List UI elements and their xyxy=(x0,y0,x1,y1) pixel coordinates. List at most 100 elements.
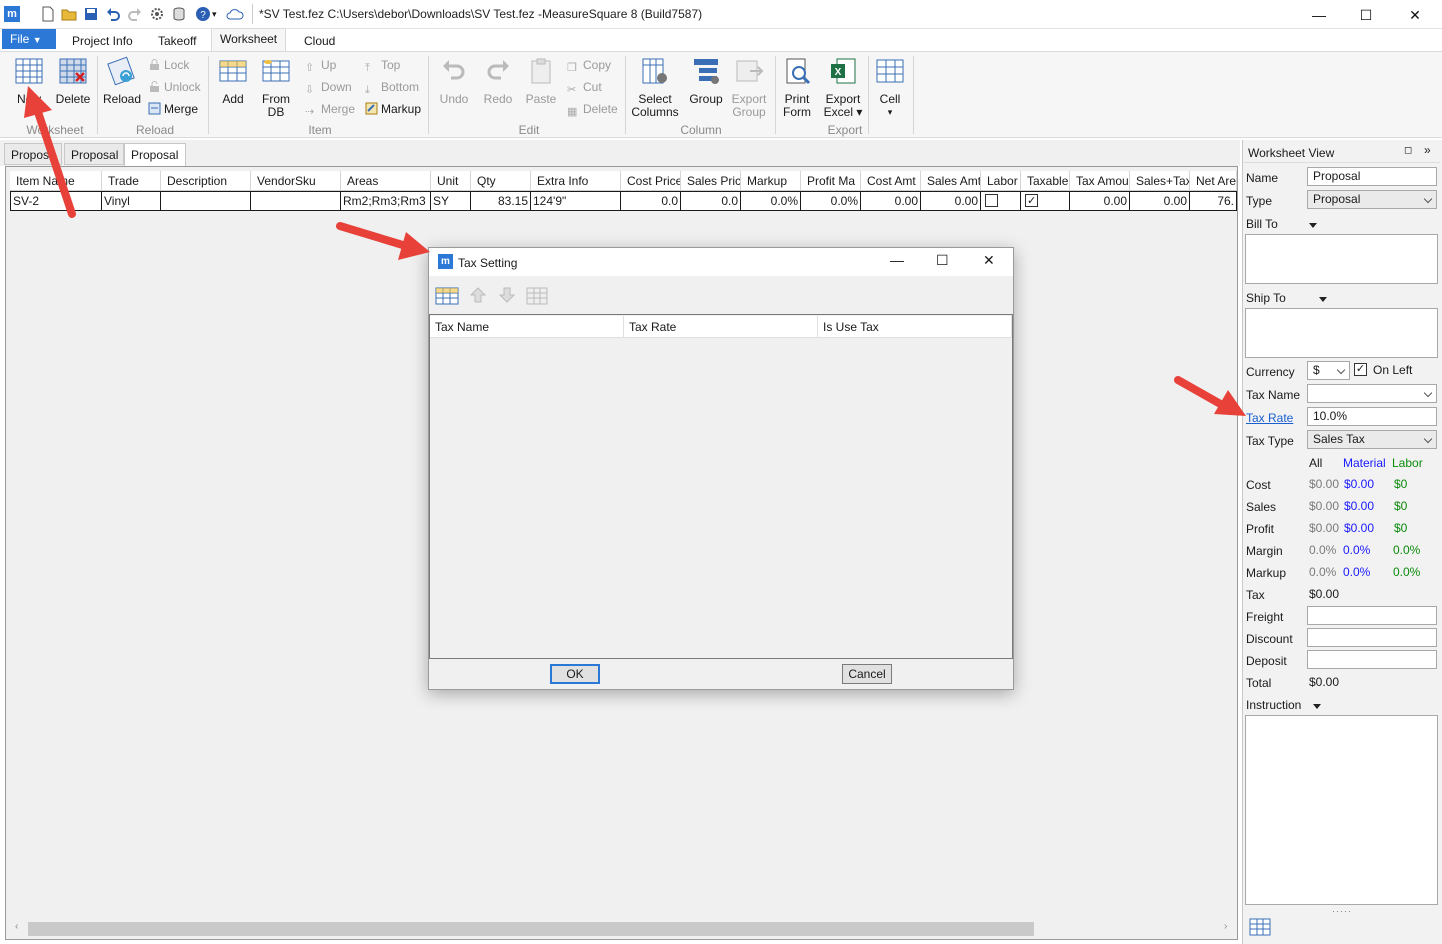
tax-rate-link[interactable]: Tax Rate xyxy=(1246,411,1293,425)
dialog-close-button[interactable]: ✕ xyxy=(983,252,995,269)
minimize-button[interactable]: — xyxy=(1296,4,1342,26)
database-icon[interactable] xyxy=(171,6,187,22)
redo-icon[interactable] xyxy=(127,6,143,22)
cell-description[interactable] xyxy=(161,191,251,211)
col-net-area[interactable]: Net Are xyxy=(1190,171,1237,190)
deposit-field[interactable] xyxy=(1307,650,1437,669)
unlock-button[interactable]: Unlock xyxy=(148,78,201,96)
from-db-button[interactable]: From DB xyxy=(257,56,295,119)
col-trade[interactable]: Trade xyxy=(102,171,161,190)
undo-icon[interactable] xyxy=(105,6,121,22)
lock-button[interactable]: Lock xyxy=(148,56,189,74)
paste-button[interactable]: Paste xyxy=(523,56,559,106)
instruction-textarea[interactable] xyxy=(1245,715,1438,905)
cloud-icon[interactable] xyxy=(225,6,245,22)
ship-to-label[interactable]: Ship To xyxy=(1246,291,1328,305)
col-is-use-tax[interactable]: Is Use Tax xyxy=(818,316,1012,338)
cell-trade[interactable]: Vinyl xyxy=(102,191,161,211)
col-sales-amt[interactable]: Sales Amt xyxy=(921,171,981,190)
col-cost-price[interactable]: Cost Price xyxy=(621,171,681,190)
on-left-checkbox[interactable]: ✓ xyxy=(1354,363,1367,376)
tab-takeoff[interactable]: Takeoff xyxy=(150,31,204,51)
move-down-icon[interactable] xyxy=(498,286,516,304)
col-description[interactable]: Description xyxy=(161,171,251,190)
redo-ribbon-button[interactable]: Redo xyxy=(480,56,516,106)
col-sales-price[interactable]: Sales Pric xyxy=(681,171,741,190)
tab-file[interactable]: File ▼ xyxy=(2,29,56,49)
copy-button[interactable]: ❐ Copy xyxy=(567,56,611,74)
export-excel-button[interactable]: X Export Excel ▾ xyxy=(822,56,864,119)
new-file-icon[interactable] xyxy=(40,6,56,22)
cell-extra-info[interactable]: 124'9" xyxy=(531,191,621,211)
tab-worksheet[interactable]: Worksheet xyxy=(211,28,287,51)
up-button[interactable]: ⇧ Up xyxy=(305,56,336,74)
reload-button[interactable]: Reload xyxy=(102,56,142,106)
col-tax-name[interactable]: Tax Name xyxy=(430,316,624,338)
cell-button[interactable]: Cell ▾ xyxy=(873,56,907,119)
worksheet-view-tab-icon[interactable] xyxy=(1249,917,1271,937)
maximize-button[interactable]: ☐ xyxy=(1343,4,1389,26)
col-taxable[interactable]: Taxable xyxy=(1021,171,1070,190)
cell-cost-price[interactable]: 0.0 xyxy=(621,191,681,211)
bill-to-textarea[interactable] xyxy=(1245,234,1438,284)
instruction-label[interactable]: Instruction xyxy=(1246,698,1321,712)
table-row[interactable]: SV-2 Vinyl Rm2;Rm3;Rm3 SY 83.15 124'9" 0… xyxy=(10,191,1237,211)
top-button[interactable]: ⤒ Top xyxy=(365,56,400,74)
col-extra-info[interactable]: Extra Info xyxy=(531,171,621,190)
tax-name-select[interactable] xyxy=(1307,384,1437,403)
cut-button[interactable]: ✂ Cut xyxy=(567,78,602,96)
cell-sales-amt[interactable]: 0.00 xyxy=(921,191,981,211)
col-profit-margin[interactable]: Profit Ma xyxy=(801,171,861,190)
col-cost-amt[interactable]: Cost Amt xyxy=(861,171,921,190)
export-group-button[interactable]: Export Group xyxy=(729,56,769,119)
close-button[interactable]: ✕ xyxy=(1392,4,1438,26)
col-tax-rate[interactable]: Tax Rate xyxy=(624,316,818,338)
select-columns-button[interactable]: Select Columns xyxy=(630,56,680,119)
name-field[interactable]: Proposal xyxy=(1307,167,1437,186)
delete-edit-button[interactable]: ▦ Delete xyxy=(567,100,618,118)
col-unit[interactable]: Unit xyxy=(431,171,471,190)
resize-grip-icon[interactable]: ····· xyxy=(1332,906,1352,916)
type-select[interactable]: Proposal xyxy=(1307,190,1437,209)
cell-taxable[interactable]: ✓ xyxy=(1021,191,1070,211)
merge-item-button[interactable]: ⇢ Merge xyxy=(305,100,355,118)
col-labor[interactable]: Labor xyxy=(981,171,1021,190)
gear-icon[interactable] xyxy=(149,6,165,22)
cell-qty[interactable]: 83.15 xyxy=(471,191,531,211)
tab-project-info[interactable]: Project Info xyxy=(64,31,141,51)
cell-sales-price[interactable]: 0.0 xyxy=(681,191,741,211)
help-icon[interactable]: ? xyxy=(195,6,211,22)
doc-tab-2[interactable]: Proposal xyxy=(124,143,186,167)
cell-areas[interactable]: Rm2;Rm3;Rm3 xyxy=(341,191,431,211)
markup-button[interactable]: Markup xyxy=(365,100,421,118)
cell-profit-margin[interactable]: 0.0% xyxy=(801,191,861,211)
panel-float-icon[interactable]: ◻ xyxy=(1404,145,1412,156)
dialog-maximize-button[interactable]: ☐ xyxy=(936,252,949,269)
tax-table[interactable]: Tax Name Tax Rate Is Use Tax xyxy=(429,314,1013,659)
cell-sales-tax[interactable]: 0.00 xyxy=(1130,191,1190,211)
bill-to-label[interactable]: Bill To xyxy=(1246,217,1318,231)
cell-labor[interactable] xyxy=(981,191,1021,211)
cancel-button[interactable]: Cancel xyxy=(842,664,892,684)
scroll-left-icon[interactable]: ‹ xyxy=(15,921,18,932)
scroll-right-icon[interactable]: › xyxy=(1224,921,1227,932)
scrollbar-thumb[interactable] xyxy=(28,922,1034,936)
merge-button[interactable]: Merge xyxy=(148,100,198,118)
cell-unit[interactable]: SY xyxy=(431,191,471,211)
group-button[interactable]: Group xyxy=(686,56,726,106)
ship-to-textarea[interactable] xyxy=(1245,308,1438,358)
move-up-icon[interactable] xyxy=(469,286,487,304)
discount-field[interactable] xyxy=(1307,628,1437,647)
add-tax-row-icon[interactable] xyxy=(435,286,459,306)
undo-ribbon-button[interactable]: Undo xyxy=(436,56,472,106)
add-button[interactable]: Add xyxy=(215,56,251,106)
tax-rate-field[interactable]: 10.0% xyxy=(1307,407,1437,426)
cell-tax-amount[interactable]: 0.00 xyxy=(1070,191,1130,211)
col-vendorsku[interactable]: VendorSku xyxy=(251,171,341,190)
tax-type-select[interactable]: Sales Tax xyxy=(1307,430,1437,449)
freight-field[interactable] xyxy=(1307,606,1437,625)
labor-checkbox[interactable] xyxy=(985,194,998,207)
app-logo-icon[interactable]: m xyxy=(4,6,20,22)
cell-vendorsku[interactable] xyxy=(251,191,341,211)
print-form-button[interactable]: Print Form xyxy=(779,56,815,119)
